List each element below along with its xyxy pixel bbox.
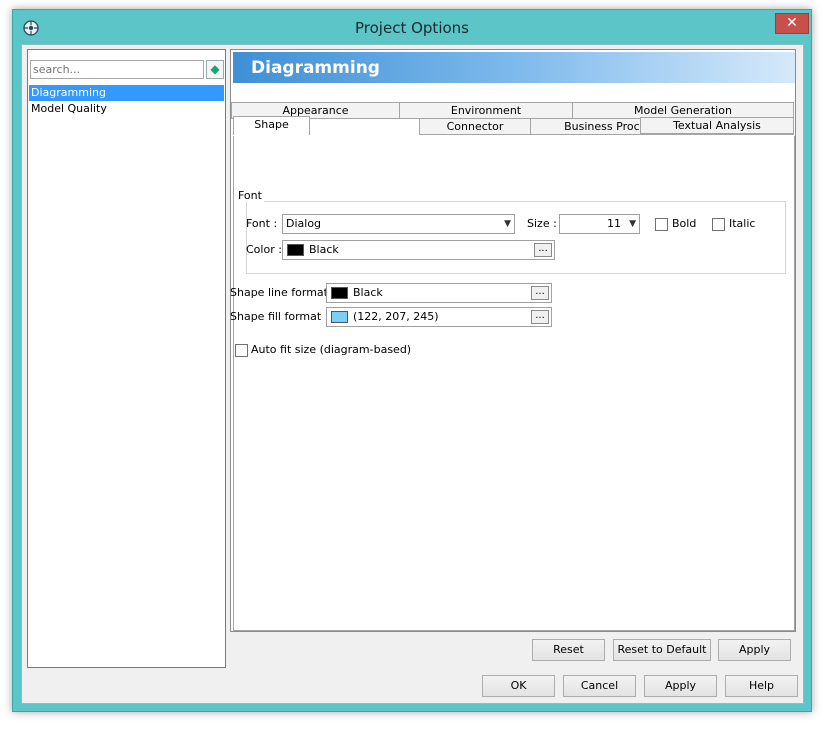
panel-apply-button[interactable]: Apply [718,639,791,661]
section-header: Diagramming [233,52,795,83]
tab-environment[interactable]: Environment [399,102,573,119]
shape-fill-field[interactable]: (122, 207, 245) ... [326,307,552,327]
chevron-down-icon: ▼ [504,219,511,229]
italic-checkbox[interactable] [712,218,725,231]
tree-item-model-quality[interactable]: Model Quality [29,101,224,117]
project-options-window: Project Options ✕ ◆ Diagramming Model Qu… [12,9,812,712]
dialog-apply-button[interactable]: Apply [644,675,717,697]
cancel-button[interactable]: Cancel [563,675,636,697]
shape-line-browse-button[interactable]: ... [531,286,549,300]
diamond-icon: ◆ [210,62,220,76]
font-color-swatch [287,244,304,256]
search-go-button[interactable]: ◆ [206,60,224,79]
shape-line-field[interactable]: Black ... [326,283,552,303]
dialog-body: ◆ Diagramming Model Quality Diagramming … [21,44,804,704]
shape-line-label: Shape line format : [230,286,336,299]
tab-dfd[interactable]: DFD [691,118,752,135]
shape-tab-form: Font Font : Dialog ▼ Size : 11 ▼ Bold It… [230,135,794,630]
chevron-down-icon: ▼ [629,219,636,229]
font-size-value: 11 [607,217,621,230]
options-tree-panel: ◆ Diagramming Model Quality [27,49,226,668]
italic-label: Italic [729,217,756,230]
reset-button[interactable]: Reset [532,639,605,661]
section-title: Diagramming [251,58,380,78]
font-group-legend: Font [236,189,264,202]
shape-fill-label: Shape fill format : [230,310,329,323]
auto-fit-label: Auto fit size (diagram-based) [251,343,412,356]
window-title: Project Options [355,19,469,37]
ok-button[interactable]: OK [482,675,555,697]
font-family-value: Dialog [286,217,322,230]
shape-line-swatch [331,287,348,299]
bold-label: Bold [672,217,697,230]
font-color-browse-button[interactable]: ... [534,243,552,257]
font-label: Font : [246,217,278,230]
font-color-field[interactable]: Black ... [282,240,555,260]
shape-fill-swatch [331,311,348,323]
font-family-select[interactable]: Dialog ▼ [282,214,515,234]
search-input[interactable] [30,60,204,79]
font-group [246,201,786,274]
size-label: Size : [527,217,557,230]
bold-checkbox[interactable] [655,218,668,231]
font-color-value: Black [309,243,339,256]
tab-business-process[interactable]: Business Process [530,118,692,135]
font-size-select[interactable]: 11 ▼ [559,214,640,234]
shape-line-value: Black [353,286,383,299]
shape-fill-value: (122, 207, 245) [353,310,439,323]
tab-connector[interactable]: Connector [419,118,531,135]
color-label: Color : [246,243,282,256]
help-button[interactable]: Help [725,675,798,697]
tab-model-generation[interactable]: Model Generation [572,102,794,119]
close-button[interactable]: ✕ [775,13,809,34]
tab-shape[interactable]: Shape [233,116,310,135]
tree-item-diagramming[interactable]: Diagramming [29,85,224,101]
title-bar[interactable]: Project Options ✕ [13,10,811,45]
shape-fill-browse-button[interactable]: ... [531,310,549,324]
tab-textual-analysis-edge[interactable] [751,118,794,135]
reset-to-default-button[interactable]: Reset to Default [613,639,711,661]
auto-fit-checkbox[interactable] [235,344,248,357]
